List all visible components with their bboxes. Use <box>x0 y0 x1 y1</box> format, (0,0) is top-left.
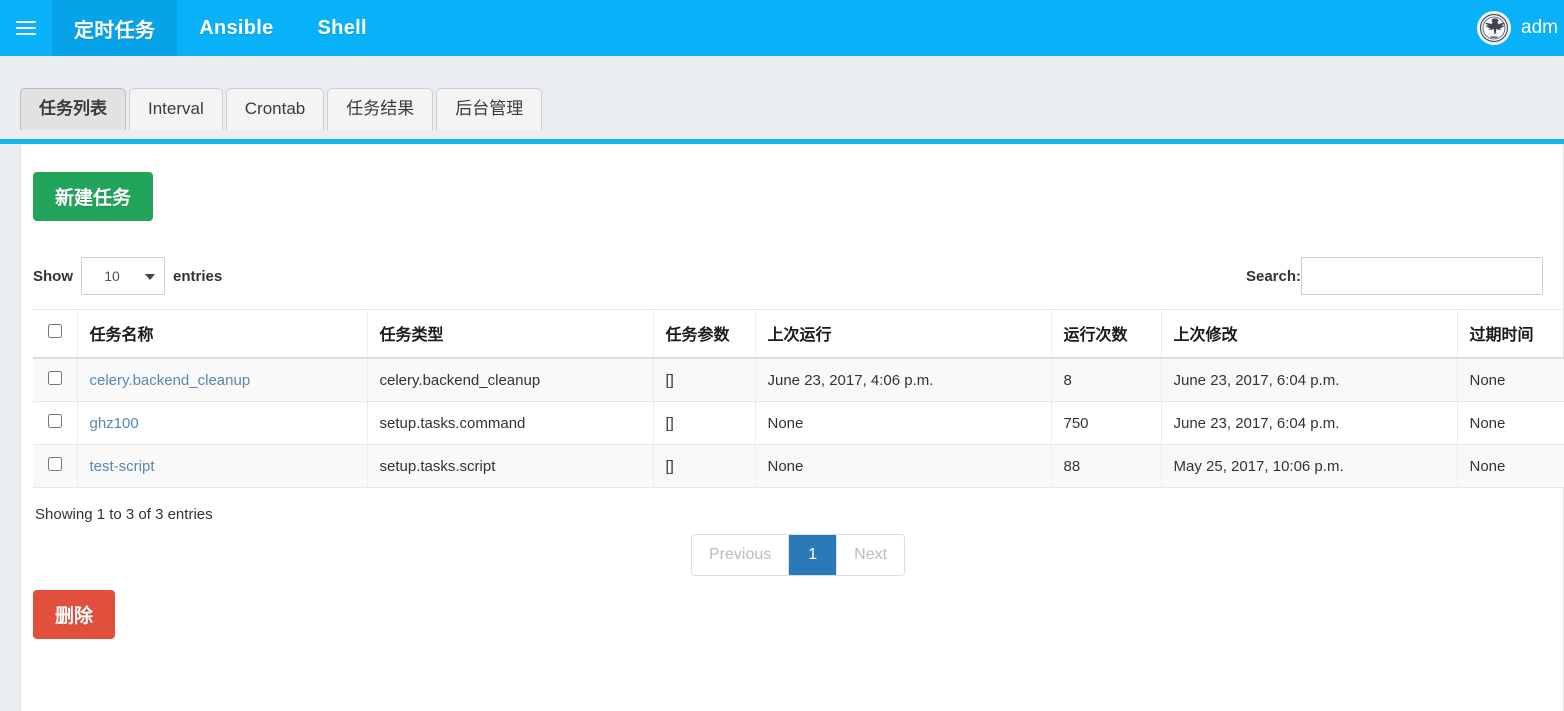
cell-last-run: June 23, 2017, 4:06 p.m. <box>755 357 1052 402</box>
tab-crontab[interactable]: Crontab <box>225 88 325 130</box>
column-header-task-type[interactable]: 任务类型 <box>367 309 654 359</box>
cell-task-args: [] <box>653 444 756 488</box>
pagination-next[interactable]: Next <box>837 535 905 575</box>
task-name-link[interactable]: test-script <box>90 458 155 475</box>
column-header-last-run[interactable]: 上次运行 <box>755 309 1052 359</box>
delete-button-wrap: 删除 <box>33 590 1551 655</box>
cell-last-run: None <box>755 401 1052 445</box>
tab-task-list[interactable]: 任务列表 <box>20 88 126 130</box>
cell-task-name: ghz100 <box>77 401 368 445</box>
cell-last-modified: May 25, 2017, 10:06 p.m. <box>1161 444 1458 488</box>
select-all-checkbox[interactable] <box>47 323 62 338</box>
tasks-table-body: celery.backend_cleanup celery.backend_cl… <box>33 357 1564 488</box>
chevron-down-icon <box>145 274 155 280</box>
show-label: Show <box>33 267 73 285</box>
row-checkbox[interactable] <box>47 414 62 428</box>
cell-expires: None <box>1457 444 1564 488</box>
cell-run-count: 750 <box>1051 401 1162 445</box>
delete-button[interactable]: 删除 <box>33 590 116 639</box>
datatable-controls: Show 10 entries Search: <box>33 257 1551 295</box>
hamburger-menu-button[interactable] <box>0 0 52 56</box>
page-length-value: 10 <box>104 268 120 284</box>
nav-item-shell[interactable]: Shell <box>296 0 389 56</box>
tab-label: 后台管理 <box>455 99 524 118</box>
nav-item-scheduled-tasks[interactable]: 定时任务 <box>52 0 178 56</box>
row-select-cell <box>33 357 78 402</box>
datatable-scroll[interactable]: 任务名称 任务类型 任务参数 上次运行 运行次数 上次修改 过期时间 celer… <box>33 309 1564 488</box>
task-name-link[interactable]: ghz100 <box>90 415 139 432</box>
cell-run-count: 8 <box>1051 357 1162 402</box>
pagination-page-1[interactable]: 1 <box>789 535 838 575</box>
navbar-items: 定时任务 Ansible Shell <box>52 0 389 56</box>
search-label: Search: <box>1245 267 1301 285</box>
avatar <box>1477 11 1512 45</box>
pagination: Previous 1 Next <box>691 534 906 576</box>
content-panel: 新建任务 Show 10 entries Search: 任务名称 任务类型 任… <box>20 144 1564 711</box>
nav-item-label: 定时任务 <box>74 19 156 42</box>
table-row[interactable]: ghz100 setup.tasks.command [] None 750 J… <box>33 401 1564 445</box>
nav-item-label: Shell <box>317 16 367 39</box>
entries-label: entries <box>173 267 223 285</box>
top-navbar: 定时任务 Ansible Shell adm <box>0 0 1564 56</box>
tab-task-results[interactable]: 任务结果 <box>327 88 434 130</box>
tab-label: 任务列表 <box>39 99 107 118</box>
datatable-length-control: Show 10 entries <box>33 257 222 295</box>
cell-last-modified: June 23, 2017, 6:04 p.m. <box>1161 401 1458 445</box>
tab-label: Crontab <box>244 99 306 118</box>
cell-last-run: None <box>755 444 1052 488</box>
row-select-cell <box>33 401 78 445</box>
cell-task-args: [] <box>653 357 756 402</box>
user-name-label: adm <box>1521 17 1558 38</box>
nav-item-label: Ansible <box>199 16 274 39</box>
cell-expires: None <box>1457 357 1564 402</box>
cell-last-modified: June 23, 2017, 6:04 p.m. <box>1161 357 1458 402</box>
tab-bar: 任务列表 Interval Crontab 任务结果 后台管理 <box>0 56 1564 144</box>
tab-interval[interactable]: Interval <box>129 88 223 130</box>
table-row[interactable]: celery.backend_cleanup celery.backend_cl… <box>33 357 1564 402</box>
content-panel-inner: 新建任务 Show 10 entries Search: 任务名称 任务类型 任… <box>21 172 1564 655</box>
column-header-task-name[interactable]: 任务名称 <box>77 309 368 359</box>
eagle-emblem-avatar-icon <box>1477 11 1511 45</box>
cell-task-type: celery.backend_cleanup <box>367 357 654 402</box>
table-header-row: 任务名称 任务类型 任务参数 上次运行 运行次数 上次修改 过期时间 <box>33 309 1564 359</box>
row-checkbox[interactable] <box>47 371 62 385</box>
search-input[interactable] <box>1301 257 1543 295</box>
user-menu[interactable]: adm <box>1477 0 1564 56</box>
tab-label: Interval <box>148 99 204 118</box>
cell-expires: None <box>1457 401 1564 445</box>
cell-task-type: setup.tasks.command <box>367 401 654 445</box>
new-task-button[interactable]: 新建任务 <box>33 172 154 221</box>
hamburger-icon <box>16 17 36 39</box>
tab-underline <box>0 139 1564 144</box>
column-header-expires[interactable]: 过期时间 <box>1457 309 1564 359</box>
row-select-cell <box>33 444 78 488</box>
select-all-header <box>33 309 78 359</box>
row-checkbox[interactable] <box>47 457 62 471</box>
page-length-select[interactable]: 10 <box>81 257 165 295</box>
pagination-previous[interactable]: Previous <box>692 535 790 575</box>
tab-list: 任务列表 Interval Crontab 任务结果 后台管理 <box>20 88 1564 130</box>
cell-task-name: celery.backend_cleanup <box>77 357 368 402</box>
cell-run-count: 88 <box>1051 444 1162 488</box>
cell-task-type: setup.tasks.script <box>367 444 654 488</box>
tab-admin[interactable]: 后台管理 <box>436 88 543 130</box>
column-header-task-args[interactable]: 任务参数 <box>653 309 756 359</box>
table-row[interactable]: test-script setup.tasks.script [] None 8… <box>33 444 1564 488</box>
tasks-table: 任务名称 任务类型 任务参数 上次运行 运行次数 上次修改 过期时间 celer… <box>33 309 1564 488</box>
nav-item-ansible[interactable]: Ansible <box>177 0 295 56</box>
cell-task-name: test-script <box>77 444 368 488</box>
column-header-run-count[interactable]: 运行次数 <box>1051 309 1162 359</box>
task-name-link[interactable]: celery.backend_cleanup <box>90 372 251 389</box>
tasks-table-head: 任务名称 任务类型 任务参数 上次运行 运行次数 上次修改 过期时间 <box>33 309 1564 359</box>
datatable-footer: Showing 1 to 3 of 3 entries Previous 1 N… <box>33 506 1551 584</box>
column-header-last-modified[interactable]: 上次修改 <box>1161 309 1458 359</box>
cell-task-args: [] <box>653 401 756 445</box>
tab-label: 任务结果 <box>346 99 415 118</box>
datatable-search-control: Search: <box>1246 257 1543 295</box>
datatable-info: Showing 1 to 3 of 3 entries <box>35 506 213 523</box>
